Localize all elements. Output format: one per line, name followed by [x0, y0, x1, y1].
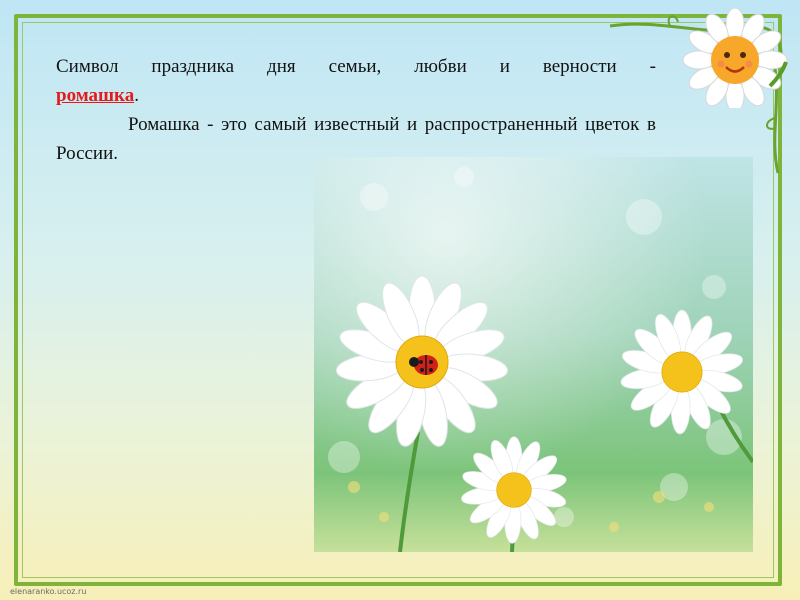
slide-text: Символ праздника дня семьи, любви и верн… — [56, 52, 656, 168]
accent-word: ромашка — [56, 85, 135, 106]
footer-site-credit: elenaranko.ucoz.ru — [10, 587, 87, 596]
daisy-photo — [314, 157, 753, 552]
accent-period: . — [134, 85, 139, 106]
daisy-mascot-icon — [682, 8, 788, 108]
line-symbol: Символ праздника дня семьи, любви и верн… — [56, 52, 656, 81]
symbol-sentence: Символ праздника дня семьи, любви и верн… — [56, 56, 656, 77]
line-accent: ромашка. — [56, 81, 656, 110]
